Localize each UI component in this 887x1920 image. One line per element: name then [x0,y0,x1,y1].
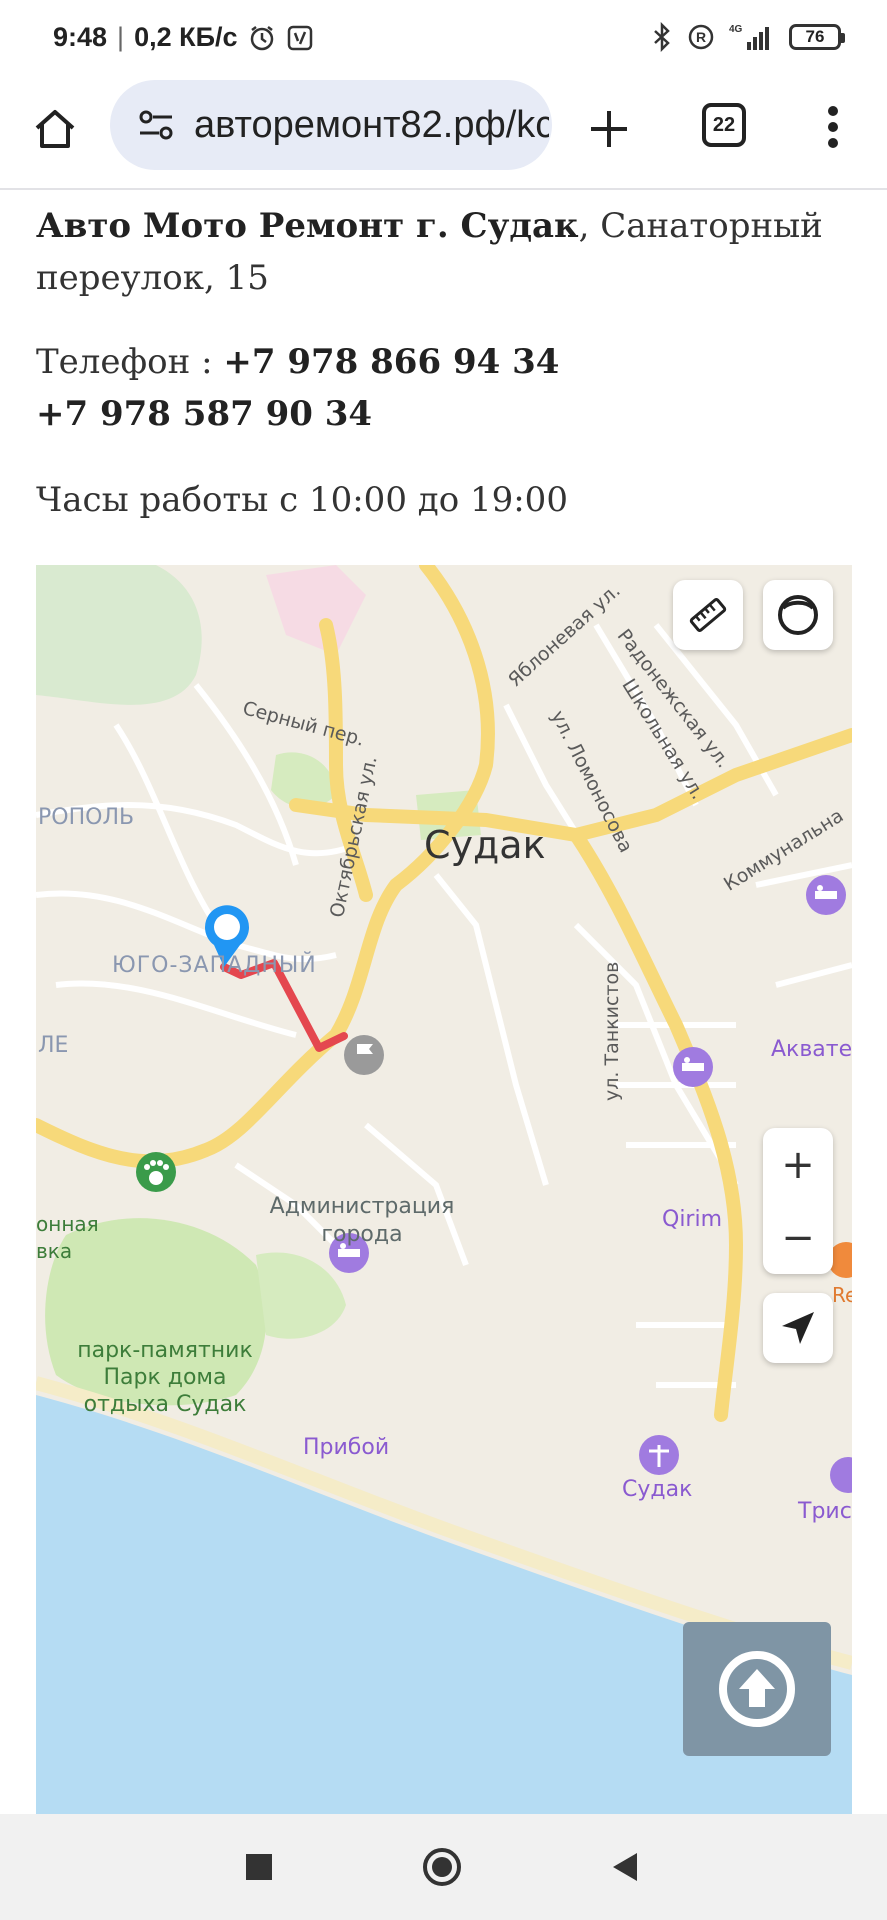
poi-qirim-label: Qirim [662,1207,723,1232]
poi-re-label: Re [832,1283,852,1307]
status-bar: 9:48 | 0,2 КБ/с R 4G 76 [0,0,887,80]
back-button[interactable] [605,1847,645,1887]
status-time: 9:48 [53,22,108,52]
poi-admin-label: Администрация города [269,1194,455,1247]
network-type: 4G [729,24,743,35]
beach-icon [639,1435,679,1475]
locate-button[interactable] [763,1293,833,1363]
map-district-label: ЮГО-ЗАПАДНЫЙ [112,953,317,978]
zoom-in-button[interactable]: + [763,1128,833,1201]
zoom-controls: + − [763,1128,833,1274]
poi-park-label: парк-памятник Парк дома отдыха Судак [77,1338,253,1417]
recent-apps-button[interactable] [239,1847,279,1887]
phone-label: Телефон : [36,342,224,382]
paw-icon [136,1152,176,1192]
street-label: ул. Танкистов [601,961,623,1101]
home-nav-button[interactable] [422,1847,462,1887]
new-tab-button[interactable] [582,102,636,156]
menu-button[interactable] [810,100,856,154]
business-name: Авто Мото Ремонт г. Судак [36,206,579,246]
home-icon [35,110,75,148]
map-hospital-area [266,565,366,655]
url-text[interactable]: авторемонт82.рф/kc [194,104,549,147]
poi-akvatex-label: Акватех [771,1037,852,1062]
tab-switcher-button[interactable]: 22 [702,103,746,147]
map-edge-label: ЛЕ [38,1033,69,1058]
location-arrow-icon [782,1312,814,1344]
status-left: 9:48 | 0,2 КБ/с [53,22,314,53]
poi-tris-label: Трис [798,1499,852,1524]
status-separator: | [117,22,125,52]
svg-text:R: R [696,29,706,45]
address: Авто Мото Ремонт г. Судак, Санаторный пе… [36,200,851,304]
flag-icon [344,1035,384,1075]
working-hours: Часы работы с 10:00 до 19:00 [36,480,568,520]
plus-icon [591,111,627,147]
hotel-icon [830,1457,852,1493]
hotel-icon [673,1047,713,1087]
poi-priboy-label: Прибой [303,1435,390,1460]
phone-2[interactable]: +7 978 587 90 34 [36,394,372,434]
scroll-to-top-button[interactable] [683,1622,831,1756]
hotel-icon [806,875,846,915]
zoom-out-label: − [781,1214,815,1261]
map-green-area [256,1252,346,1339]
circle-icon [423,1848,461,1886]
alarm-icon [248,24,276,52]
poi-edge-label: онная вка [36,1212,99,1263]
map-edge-label: РОПОЛЬ [38,805,135,830]
signal-icon: 4G [729,22,775,52]
arrow-up-icon [719,1651,795,1727]
phones: Телефон : +7 978 866 94 34 +7 978 587 90 … [36,336,851,440]
tab-count: 22 [712,113,736,136]
url-bar[interactable]: авторемонт82.рф/kc [110,80,552,170]
ruler-icon [689,598,727,632]
status-right: R 4G 76 [651,22,845,52]
status-speed: 0,2 КБ/с [134,22,238,52]
square-icon [246,1854,272,1880]
ruler-button[interactable] [673,580,743,650]
layers-icon [778,595,818,635]
layers-button[interactable] [763,580,833,650]
map-green-area [36,565,202,705]
bluetooth-icon [651,22,673,52]
home-button[interactable] [28,102,82,156]
battery-indicator: 76 [789,24,845,50]
page-content: Авто Мото Ремонт г. Судак, Санаторный пе… [36,200,851,526]
zoom-in-label: + [781,1141,815,1188]
registered-icon: R [687,23,715,51]
triangle-back-icon [613,1853,637,1881]
map-widget[interactable]: Судак ЮГО-ЗАПАДНЫЙ РОПОЛЬ ЛЕ Серный пер.… [36,565,852,1815]
tune-icon [139,110,173,140]
poi-sudak-label: Судак [622,1477,693,1502]
phone-1[interactable]: +7 978 866 94 34 [223,342,559,382]
zoom-out-button[interactable]: − [763,1201,833,1274]
battery-level: 76 [805,27,825,46]
notification-app-icon [286,24,314,52]
map-city-label: Судак [424,823,546,867]
browser-toolbar: авторемонт82.рф/kc 22 [0,80,887,190]
system-navigation-bar [0,1814,887,1920]
more-vert-icon [828,106,838,148]
site-settings-button[interactable] [126,107,186,143]
